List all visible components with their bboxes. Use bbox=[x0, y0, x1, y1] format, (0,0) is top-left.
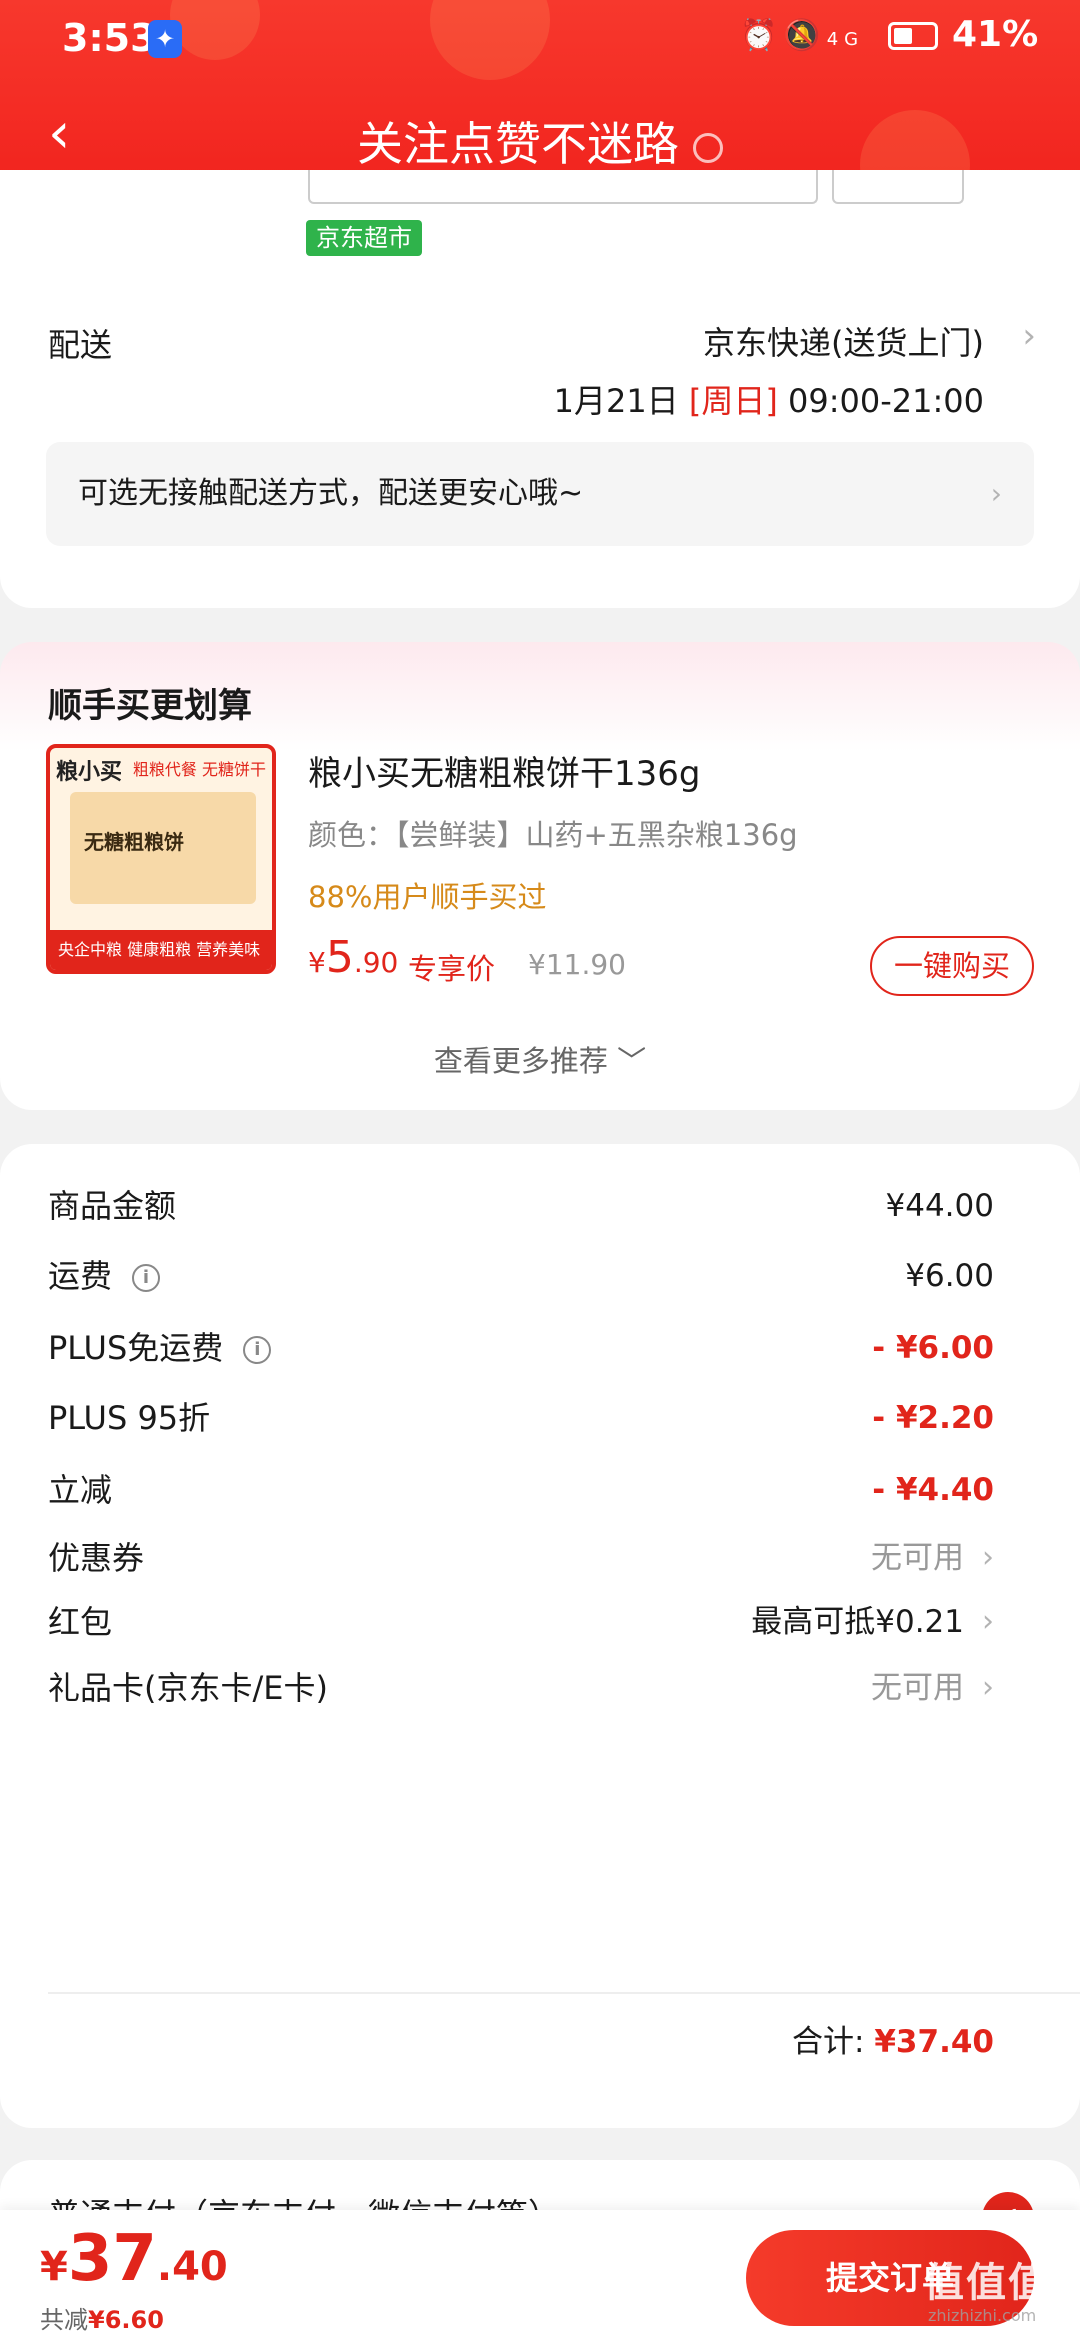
battery-icon bbox=[888, 22, 938, 50]
row-label: PLUS免运费 bbox=[48, 1329, 224, 1367]
status-time: 3:53 bbox=[62, 16, 157, 60]
order-total: 合计: ¥37.40 bbox=[792, 2016, 994, 2061]
notification-icon: ✦ bbox=[148, 20, 182, 58]
alarm-icon: ⏰ bbox=[740, 18, 784, 53]
delivery-window: 09:00-21:00 bbox=[788, 382, 984, 420]
summary-row-instant-discount: 立减 - ¥4.40 bbox=[48, 1460, 994, 1520]
row-value: 无可用 bbox=[871, 1540, 964, 1576]
delivery-date: 1月21日 bbox=[553, 382, 679, 420]
row-label: 礼品卡(京东卡/E卡) bbox=[48, 1669, 328, 1707]
thumb-brand: 粮小买 bbox=[56, 760, 123, 785]
product-name[interactable]: 粮小买无糖粗粮饼干136g bbox=[308, 746, 700, 795]
summary-row-coupon[interactable]: 优惠券 无可用 › bbox=[48, 1528, 994, 1588]
summary-row-plus-discount: PLUS 95折 - ¥2.20 bbox=[48, 1388, 994, 1448]
summary-row-plus-free-shipping: PLUS免运费 i - ¥6.00 bbox=[48, 1318, 994, 1378]
see-more-recommendations[interactable]: 查看更多推荐 ﹀ bbox=[0, 1038, 1080, 1080]
recommend-card: 顺手买更划算 粮小买 粗粮代餐 无糖饼干 无糖粗粮饼 央企中粮 健康粗粮 营养美… bbox=[0, 642, 1080, 1110]
thumb-tag: 粗粮代餐 无糖饼干 bbox=[132, 760, 266, 779]
status-icons: ⏰🔕4G bbox=[740, 18, 864, 53]
payable-yen: ¥ bbox=[40, 2244, 68, 2290]
saved-label: 共减 bbox=[40, 2306, 88, 2334]
payable-int: 37 bbox=[67, 2222, 157, 2296]
divider bbox=[48, 1992, 1080, 1994]
row-label: 立减 bbox=[48, 1471, 113, 1509]
product-bought-rate: 88%用户顺手买过 bbox=[308, 880, 547, 914]
info-icon[interactable]: i bbox=[132, 1264, 161, 1292]
exclusive-price-label: 专享价 bbox=[408, 952, 496, 986]
thumb-bottom-banner: 央企中粮 健康粗粮 营养美味 bbox=[50, 930, 272, 970]
saved-value: ¥6.60 bbox=[88, 2306, 164, 2334]
chevron-right-icon: › bbox=[990, 477, 1002, 510]
summary-row-shipping: 运费 i ¥6.00 bbox=[48, 1246, 994, 1306]
price-summary-card: 商品金额 ¥44.00 运费 i ¥6.00 PLUS免运费 i - ¥6.00 P… bbox=[0, 1144, 1080, 2128]
delivery-time: 1月21日 [周日] 09:00-21:00 bbox=[554, 376, 984, 422]
payable-dec: .40 bbox=[156, 2244, 228, 2290]
delivery-weekday: [周日] bbox=[688, 382, 778, 420]
page-title: 关注点赞不迷路 bbox=[0, 108, 1080, 174]
total-label: 合计: bbox=[792, 2024, 865, 2060]
row-label: 红包 bbox=[48, 1603, 113, 1641]
total-saved: 共减¥6.60 bbox=[40, 2300, 164, 2335]
price-dec: .90 bbox=[353, 946, 399, 979]
bottom-bar: ¥37.40 共减¥6.60 提交订单 bbox=[0, 2210, 1080, 2340]
product-thumbnail[interactable]: 粮小买 粗粮代餐 无糖饼干 无糖粗粮饼 央企中粮 健康粗粮 营养美味 bbox=[46, 744, 276, 974]
contactless-delivery-option[interactable]: 可选无接触配送方式，配送更安心哦~ › bbox=[46, 442, 1034, 546]
info-icon[interactable]: i bbox=[243, 1336, 272, 1364]
total-value: ¥37.40 bbox=[874, 2024, 994, 2060]
contactless-text: 可选无接触配送方式，配送更安心哦~ bbox=[78, 476, 584, 511]
delivery-label: 配送 bbox=[48, 326, 113, 364]
address-field-stub bbox=[308, 170, 818, 204]
page-title-text: 关注点赞不迷路 bbox=[357, 117, 679, 171]
status-bar: 3:53 ✦ ⏰🔕4G 41% bbox=[0, 12, 1080, 66]
jd-supermarket-tag: 京东超市 bbox=[306, 220, 422, 256]
summary-row-goods: 商品金额 ¥44.00 bbox=[48, 1176, 994, 1236]
price-int: 5 bbox=[325, 932, 354, 983]
row-label: PLUS 95折 bbox=[48, 1399, 211, 1437]
chevron-right-icon: › bbox=[1022, 316, 1036, 356]
row-value: ¥6.00 bbox=[905, 1258, 994, 1294]
location-pin-icon bbox=[693, 132, 723, 163]
summary-row-gift-card[interactable]: 礼品卡(京东卡/E卡) 无可用 › bbox=[48, 1658, 994, 1718]
product-spec: 颜色：【尝鲜装】山药+五黑杂粮136g bbox=[308, 818, 798, 852]
thumb-box-text: 无糖粗粮饼 bbox=[84, 830, 184, 854]
original-price: ¥11.90 bbox=[528, 948, 626, 981]
watermark: 值值值 bbox=[924, 2260, 1050, 2306]
row-value: - ¥6.00 bbox=[872, 1330, 994, 1366]
row-value: 无可用 bbox=[871, 1670, 964, 1706]
row-value: 最高可抵¥0.21 bbox=[751, 1604, 964, 1640]
row-value: - ¥4.40 bbox=[872, 1472, 994, 1508]
row-label: 优惠券 bbox=[48, 1539, 145, 1577]
recommend-title: 顺手买更划算 bbox=[48, 686, 252, 726]
watermark-site: zhizhizhi.com bbox=[928, 2306, 1037, 2325]
row-label: 运费 bbox=[48, 1257, 113, 1295]
row-label: 商品金额 bbox=[48, 1187, 177, 1225]
price-yen: ¥ bbox=[308, 946, 326, 979]
summary-row-red-packet[interactable]: 红包 最高可抵¥0.21 › bbox=[48, 1592, 994, 1652]
chevron-right-icon: › bbox=[982, 1670, 994, 1705]
network-label: 4G bbox=[826, 29, 865, 50]
row-value: ¥44.00 bbox=[885, 1188, 994, 1224]
one-click-buy-button[interactable]: 一键购买 bbox=[870, 936, 1034, 996]
chevron-right-icon: › bbox=[982, 1604, 994, 1639]
delivery-carrier: 京东快递(送货上门) bbox=[703, 324, 984, 362]
address-button-stub bbox=[832, 170, 964, 204]
product-box-image: 无糖粗粮饼 bbox=[70, 792, 256, 904]
payable-amount: ¥37.40 bbox=[40, 2222, 228, 2296]
chevron-right-icon: › bbox=[982, 1540, 994, 1575]
row-value: - ¥2.20 bbox=[872, 1400, 994, 1436]
battery-percent: 41% bbox=[952, 14, 1039, 55]
delivery-card: 京东超市 配送 京东快递(送货上门) 1月21日 [周日] 09:00-21:0… bbox=[0, 170, 1080, 608]
product-price: ¥5.90 bbox=[308, 932, 398, 983]
mute-icon: 🔕 bbox=[783, 18, 827, 53]
